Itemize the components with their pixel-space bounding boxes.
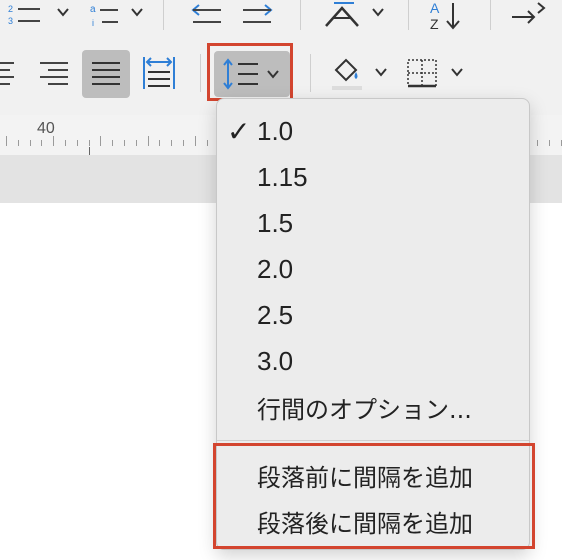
chevron-down-icon[interactable] [56,6,70,18]
numbered-list-button[interactable]: 2 3 [0,0,46,32]
ruler-tick [112,140,114,146]
ruler-tick [17,140,19,146]
toolbar-divider [300,0,301,30]
show-formatting-button[interactable] [508,0,548,30]
toolbar-divider [200,54,201,92]
chevron-down-icon[interactable] [374,66,388,78]
svg-text:3: 3 [8,16,13,26]
ruler-tick [206,140,208,146]
ruler-tick [100,136,102,146]
menu-item-label: 行間のオプション... [257,395,472,424]
align-center-button[interactable] [0,52,20,94]
ruler-tick [41,140,43,146]
align-right-button[interactable] [34,52,74,94]
sort-az-icon: A Z [430,0,460,32]
svg-text:a: a [90,4,96,15]
menu-item-label: 1.0 [257,115,294,146]
borders-icon [407,59,437,88]
distributed-icon [143,57,175,89]
decrease-indent-icon [191,4,221,23]
increase-indent-icon [243,4,273,23]
menu-item-label: 2.5 [257,299,294,330]
multilevel-list-button[interactable]: a i [86,0,122,32]
chevron-down-icon[interactable] [371,6,385,18]
ruler-tick [560,140,562,146]
menu-item-label: 1.15 [257,161,308,192]
ruler-tick [53,136,55,146]
sort-icon [325,2,359,27]
ruler-tick [171,140,173,146]
menu-item-label: 3.0 [257,345,294,376]
toolbar-divider [310,54,311,92]
menu-item-spacing-2-0[interactable]: 2.0 [217,247,529,291]
sort-button[interactable] [320,0,366,30]
svg-text:A: A [430,0,440,16]
ruler-tick [88,140,90,146]
svg-text:Z: Z [430,16,439,32]
menu-separator [217,440,529,441]
menu-item-spacing-3-0[interactable]: 3.0 [217,339,529,383]
align-center-icon [0,62,14,85]
multilevel-list-icon: a i [90,4,118,28]
formatting-marks-icon [512,2,546,24]
menu-item-label: 2.0 [257,253,294,284]
svg-text:i: i [92,18,94,28]
paint-bucket-icon [332,58,362,90]
ruler-tick [124,140,125,146]
menu-item-spacing-2-5[interactable]: 2.5 [217,293,529,337]
shading-button[interactable] [330,54,366,92]
checkmark-icon: ✓ [227,114,251,148]
ruler-tick [6,136,7,146]
ruler-tick [147,136,149,146]
distributed-button[interactable] [138,52,180,94]
svg-text:2: 2 [8,4,13,14]
ruler-tick [159,140,161,146]
ruler-tick [65,140,66,146]
ruler-tick [537,140,538,146]
paragraph-spacing-highlight [213,443,535,549]
toolbar-divider [408,0,409,30]
toolbar-divider [163,0,164,30]
ruler-tab-marker[interactable] [89,147,90,155]
ruler-number: 40 [37,120,55,137]
sort-az-button[interactable]: A Z [425,0,469,32]
menu-item-label: 1.5 [257,207,294,238]
ruler-tick [135,140,137,146]
align-right-icon [40,62,68,85]
increase-indent-button[interactable] [240,0,276,30]
menu-item-spacing-1-0[interactable]: ✓ 1.0 [217,109,529,153]
menu-item-line-spacing-options[interactable]: 行間のオプション... [217,385,529,429]
menu-item-spacing-1-15[interactable]: 1.15 [217,155,529,199]
borders-button[interactable] [402,54,442,92]
line-spacing-highlight [207,43,293,101]
ruler-tick [183,140,184,146]
justify-button[interactable] [82,50,130,98]
numbered-list-icon: 2 3 [8,4,40,26]
chevron-down-icon[interactable] [450,66,464,78]
ruler-tick [194,136,196,146]
ruler-tick [76,140,78,146]
chevron-down-icon[interactable] [130,6,144,18]
decrease-indent-button[interactable] [188,0,224,30]
menu-item-spacing-1-5[interactable]: 1.5 [217,201,529,245]
toolbar-divider [490,0,491,30]
ruler-tick [548,140,550,146]
justify-icon [92,62,120,85]
ruler-tick [29,140,31,146]
